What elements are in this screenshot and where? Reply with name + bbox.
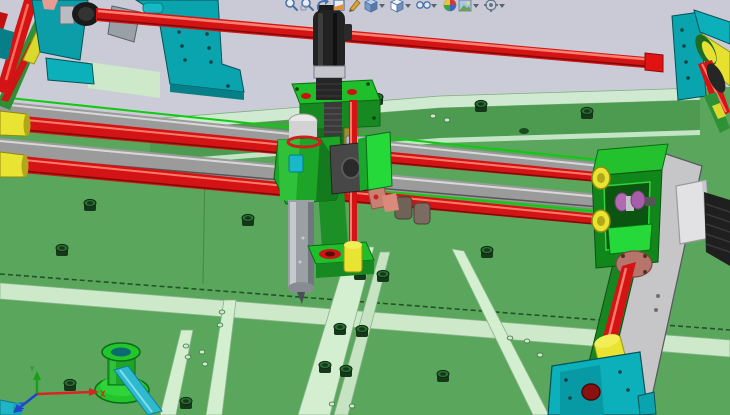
triad-x-label: X xyxy=(100,390,106,400)
shaft-collar-right xyxy=(645,53,663,72)
shaft-end-cap xyxy=(0,111,26,136)
triad-z-label: Z xyxy=(19,402,25,412)
shaft-end-cap xyxy=(0,152,24,177)
cyan-fitting xyxy=(289,155,303,172)
teal-pin xyxy=(143,3,163,13)
cad-viewport[interactable]: Y X Z xyxy=(0,0,730,415)
apply-scene-icon[interactable] xyxy=(459,0,471,11)
shaft-collar xyxy=(60,6,74,24)
display-style-icon[interactable] xyxy=(391,0,403,12)
motor-flange xyxy=(314,66,345,78)
edit-appearance-icon[interactable] xyxy=(444,0,456,11)
view-orientation-icon[interactable] xyxy=(365,0,377,12)
section-view-icon[interactable] xyxy=(334,0,344,10)
